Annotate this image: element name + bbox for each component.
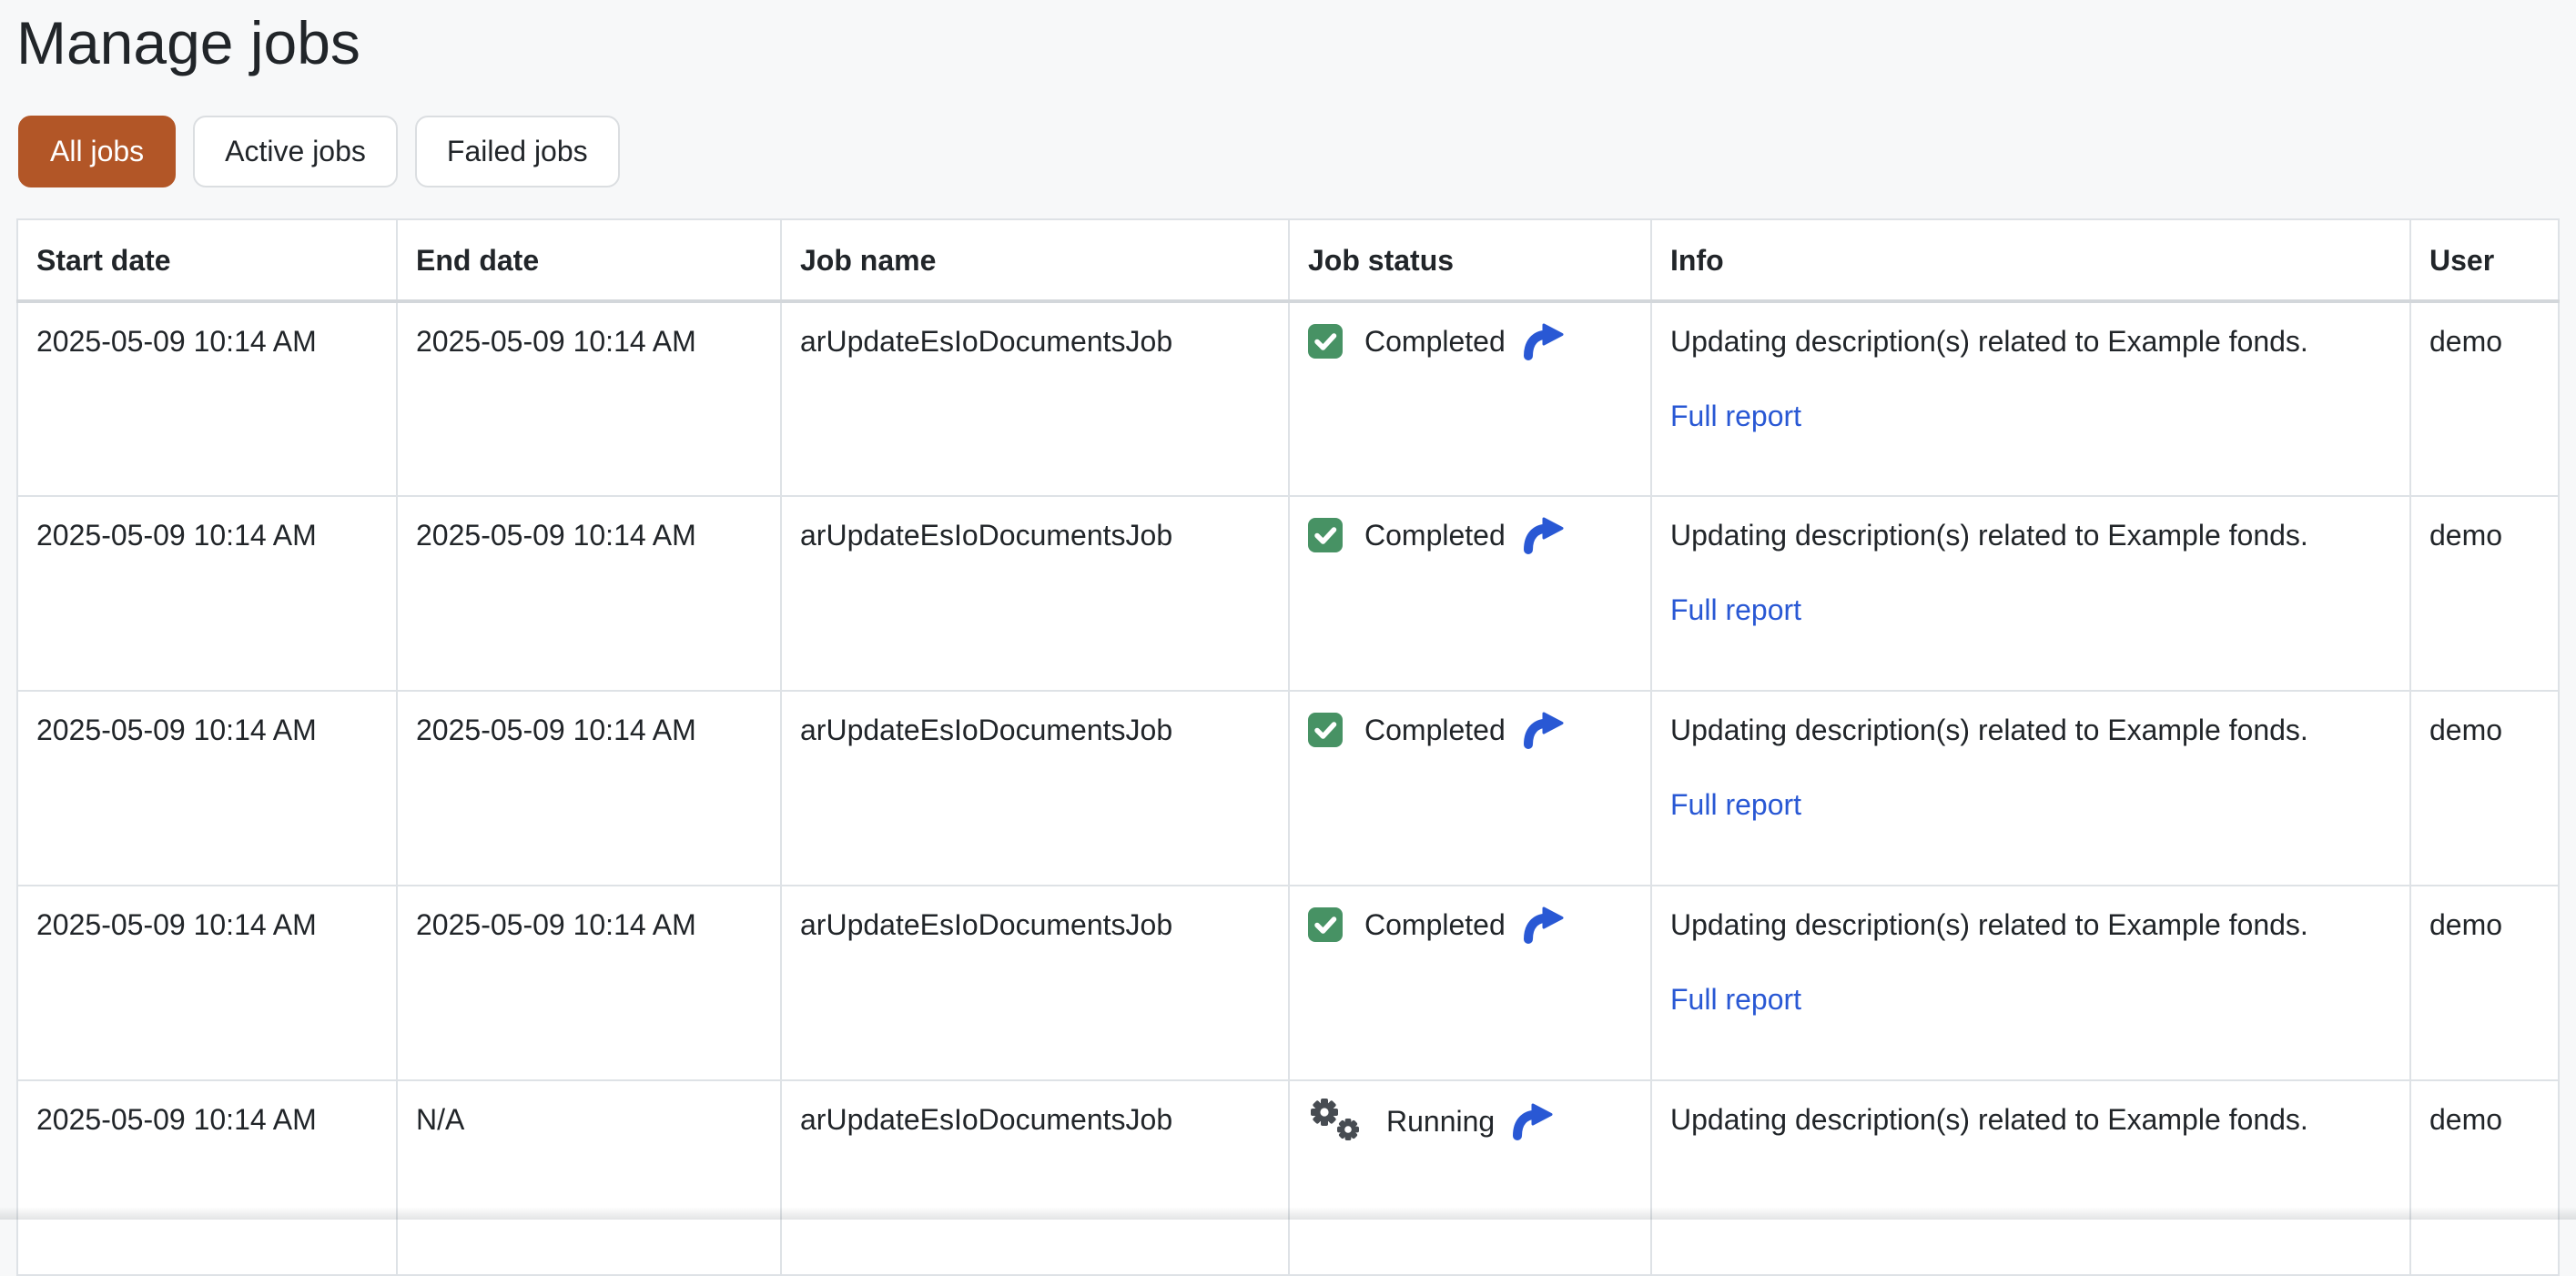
check-square-icon xyxy=(1308,713,1343,747)
job-status-label: Completed xyxy=(1364,319,1506,363)
start-date-cell: 2025-05-09 10:14 AM xyxy=(17,301,397,496)
job-detail-link[interactable] xyxy=(1522,712,1564,749)
info-description: Updating description(s) related to Examp… xyxy=(1670,513,2391,557)
job-name-cell: arUpdateEsIoDocumentsJob xyxy=(781,691,1289,886)
share-icon xyxy=(1522,517,1564,554)
info-cell: Updating description(s) related to Examp… xyxy=(1651,496,2410,691)
job-status-cell: Completed xyxy=(1289,691,1651,886)
check-square-icon xyxy=(1308,518,1343,552)
end-date-cell: 2025-05-09 10:14 AM xyxy=(397,691,781,886)
full-report-link[interactable]: Full report xyxy=(1670,400,1801,432)
check-square-icon xyxy=(1308,324,1343,359)
column-header-info: Info xyxy=(1651,219,2410,301)
column-header-user: User xyxy=(2410,219,2559,301)
info-description: Updating description(s) related to Examp… xyxy=(1670,319,2391,363)
job-status-label: Completed xyxy=(1364,708,1506,752)
info-description: Updating description(s) related to Examp… xyxy=(1670,903,2391,947)
info-description: Updating description(s) related to Examp… xyxy=(1670,708,2391,752)
table-row: 2025-05-09 10:14 AM 2025-05-09 10:14 AM … xyxy=(17,691,2559,886)
full-report-link[interactable]: Full report xyxy=(1670,983,1801,1016)
filter-all-jobs-button[interactable]: All jobs xyxy=(18,116,176,187)
user-cell: demo xyxy=(2410,886,2559,1080)
job-status-cell: Completed xyxy=(1289,301,1651,496)
info-cell: Updating description(s) related to Examp… xyxy=(1651,691,2410,886)
job-status-cell: Running xyxy=(1289,1080,1651,1275)
job-status-label: Running xyxy=(1386,1099,1495,1143)
table-row: 2025-05-09 10:14 AM 2025-05-09 10:14 AM … xyxy=(17,301,2559,496)
end-date-cell: 2025-05-09 10:14 AM xyxy=(397,496,781,691)
user-cell: demo xyxy=(2410,496,2559,691)
share-icon xyxy=(1522,712,1564,749)
start-date-cell: 2025-05-09 10:14 AM xyxy=(17,691,397,886)
info-cell: Updating description(s) related to Examp… xyxy=(1651,301,2410,496)
job-name-cell: arUpdateEsIoDocumentsJob xyxy=(781,496,1289,691)
end-date-cell: 2025-05-09 10:14 AM xyxy=(397,301,781,496)
job-name-cell: arUpdateEsIoDocumentsJob xyxy=(781,1080,1289,1275)
filter-active-jobs-button[interactable]: Active jobs xyxy=(193,116,398,187)
full-report-link[interactable]: Full report xyxy=(1670,788,1801,821)
job-detail-link[interactable] xyxy=(1511,1103,1553,1140)
column-header-end-date: End date xyxy=(397,219,781,301)
user-cell: demo xyxy=(2410,1080,2559,1275)
filter-failed-jobs-button[interactable]: Failed jobs xyxy=(415,116,620,187)
column-header-start-date: Start date xyxy=(17,219,397,301)
user-cell: demo xyxy=(2410,691,2559,886)
job-detail-link[interactable] xyxy=(1522,906,1564,944)
table-row: 2025-05-09 10:14 AM N/A arUpdateEsIoDocu… xyxy=(17,1080,2559,1275)
job-name-cell: arUpdateEsIoDocumentsJob xyxy=(781,301,1289,496)
table-row: 2025-05-09 10:14 AM 2025-05-09 10:14 AM … xyxy=(17,496,2559,691)
info-description: Updating description(s) related to Examp… xyxy=(1670,1098,2391,1141)
check-square-icon xyxy=(1308,907,1343,942)
table-row: 2025-05-09 10:14 AM 2025-05-09 10:14 AM … xyxy=(17,886,2559,1080)
share-icon xyxy=(1522,906,1564,944)
job-status-label: Completed xyxy=(1364,513,1506,557)
end-date-cell: 2025-05-09 10:14 AM xyxy=(397,886,781,1080)
user-cell: demo xyxy=(2410,301,2559,496)
job-detail-link[interactable] xyxy=(1522,517,1564,554)
start-date-cell: 2025-05-09 10:14 AM xyxy=(17,1080,397,1275)
share-icon xyxy=(1511,1103,1553,1140)
column-header-job-name: Job name xyxy=(781,219,1289,301)
job-detail-link[interactable] xyxy=(1522,323,1564,360)
job-filters: All jobs Active jobs Failed jobs xyxy=(18,116,2558,187)
column-header-job-status: Job status xyxy=(1289,219,1651,301)
job-status-label: Completed xyxy=(1364,903,1506,947)
end-date-cell: N/A xyxy=(397,1080,781,1275)
info-cell: Updating description(s) related to Examp… xyxy=(1651,886,2410,1080)
table-header-row: Start date End date Job name Job status … xyxy=(17,219,2559,301)
job-status-cell: Completed xyxy=(1289,496,1651,691)
page-title: Manage jobs xyxy=(16,7,2560,79)
full-report-link[interactable]: Full report xyxy=(1670,593,1801,626)
start-date-cell: 2025-05-09 10:14 AM xyxy=(17,886,397,1080)
gears-icon xyxy=(1308,1098,1364,1145)
job-name-cell: arUpdateEsIoDocumentsJob xyxy=(781,886,1289,1080)
jobs-table: Start date End date Job name Job status … xyxy=(16,218,2560,1276)
share-icon xyxy=(1522,323,1564,360)
job-status-cell: Completed xyxy=(1289,886,1651,1080)
manage-jobs-page: Manage jobs All jobs Active jobs Failed … xyxy=(0,0,2576,1276)
info-cell: Updating description(s) related to Examp… xyxy=(1651,1080,2410,1275)
start-date-cell: 2025-05-09 10:14 AM xyxy=(17,496,397,691)
